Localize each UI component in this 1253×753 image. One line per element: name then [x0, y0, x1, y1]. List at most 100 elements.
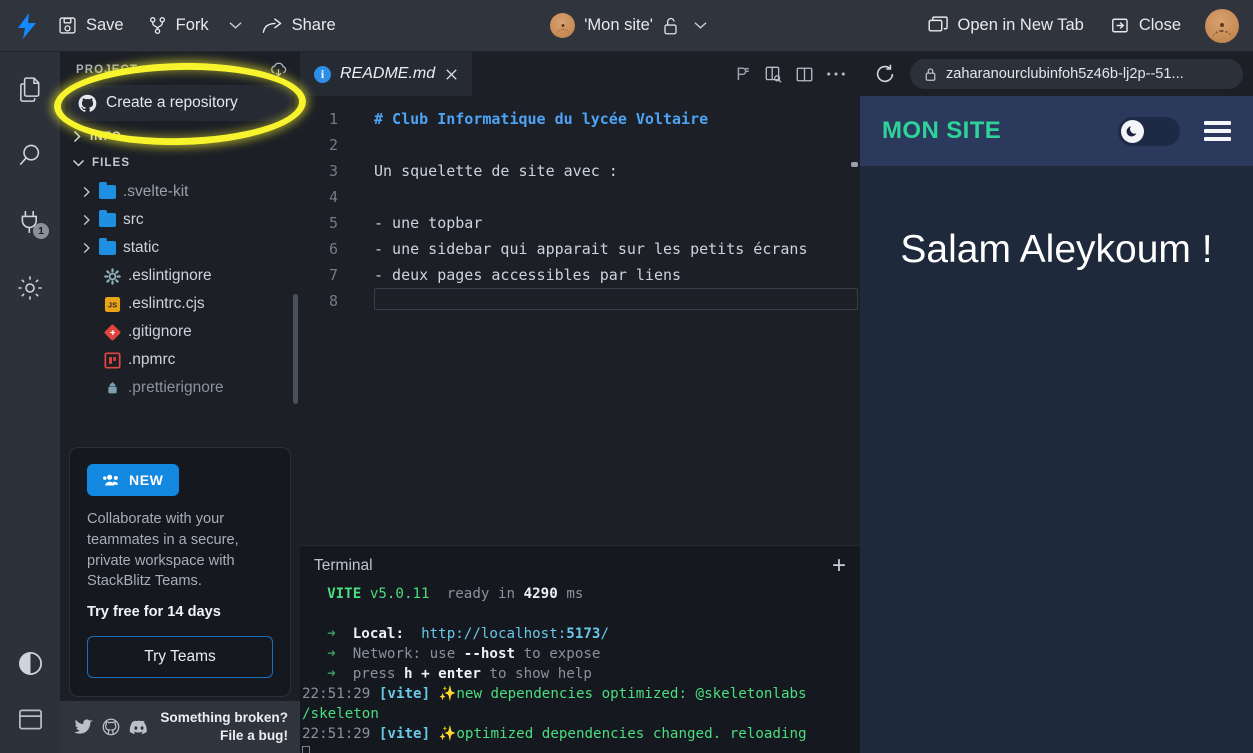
site-brand[interactable]: MON SITE [882, 117, 1001, 145]
tree-row-folder[interactable]: static [60, 234, 300, 262]
tree-row-file[interactable]: .eslintignore [60, 262, 300, 290]
tree-item-label: .gitignore [128, 323, 192, 341]
preview-site: MON SITE Salam Aleykoum ! [860, 96, 1253, 753]
discord-icon[interactable] [129, 720, 149, 735]
plug-icon[interactable]: 1 [10, 202, 50, 242]
terminal-line [300, 604, 860, 624]
save-button[interactable]: Save [48, 9, 134, 43]
file-a-bug-link[interactable]: Something broken? File a bug! [160, 709, 288, 745]
code-content[interactable]: # Club Informatique du lycée Voltaire Un… [352, 96, 860, 545]
promo-offer: Try free for 14 days [87, 604, 273, 620]
npm-file-icon [104, 352, 121, 369]
terminal-line: ➜ Local: http://localhost:5173/ [300, 624, 860, 644]
search-file-icon[interactable] [764, 65, 783, 84]
code-line: Un squelette de site avec : [352, 158, 860, 184]
folder-icon [99, 241, 116, 255]
save-label: Save [86, 16, 124, 35]
chevron-right-icon [82, 242, 92, 254]
local-url-suffix: / [600, 626, 609, 642]
line-number: 3 [300, 158, 338, 184]
help-keys: h + enter [404, 666, 481, 682]
search-icon[interactable] [10, 136, 50, 176]
open-in-new-tab-button[interactable]: Open in New Tab [918, 9, 1094, 43]
preview-url-text: zaharanourclubinfoh5z46b-lj2p--51... [946, 66, 1184, 82]
close-icon[interactable] [444, 67, 459, 82]
workspace-body: 1 PROJECT [0, 52, 1253, 753]
line-number: 5 [300, 210, 338, 236]
code-editor[interactable]: 1 2 3 4 5 6 7 8 # Club Informatique du l… [300, 96, 860, 545]
tree-row-folder[interactable]: .svelte-kit [60, 178, 300, 206]
editor-tab-bar: i README.md [300, 52, 860, 96]
unlocked-padlock-icon[interactable] [662, 16, 679, 36]
log2-tag: [vite] [379, 726, 430, 742]
editor-column: i README.md [300, 52, 860, 753]
social-links [74, 718, 149, 736]
project-dropdown-chevron-icon[interactable] [688, 21, 713, 30]
preview-url-bar[interactable]: zaharanourclubinfoh5z46b-lj2p--51... [910, 59, 1243, 89]
try-teams-button[interactable]: Try Teams [87, 636, 273, 678]
editor-active-line [374, 288, 858, 310]
plus-icon[interactable]: + [832, 554, 846, 578]
gear-file-icon [104, 268, 121, 285]
tree-item-label: .prettierignore [128, 379, 224, 397]
log2-time: 22:51:29 [302, 726, 370, 742]
sidebar-footer: Something broken? File a bug! [60, 701, 300, 753]
gear-icon[interactable] [10, 268, 50, 308]
tree-row-file[interactable]: .gitignore [60, 318, 300, 346]
tree-row-file[interactable]: .prettierignore [60, 374, 300, 402]
terminal-panel: Terminal + VITE v5.0.11 ready in 4290 ms… [300, 545, 860, 753]
reload-icon[interactable] [874, 63, 896, 85]
editor-scrollbar[interactable] [851, 162, 858, 167]
project-section-header: PROJECT [60, 52, 300, 83]
fork-button[interactable]: Fork [138, 9, 219, 43]
theme-contrast-icon[interactable] [10, 643, 50, 683]
help-text-b: to show help [489, 666, 592, 682]
create-repository-button[interactable]: Create a repository [68, 85, 292, 121]
project-title[interactable]: 'Mon site' [584, 16, 653, 35]
terminal-output[interactable]: VITE v5.0.11 ready in 4290 ms ➜ Local: h… [300, 582, 860, 753]
lightning-bolt-icon[interactable] [10, 9, 44, 43]
fork-dropdown-chevron-icon[interactable] [223, 9, 248, 43]
info-icon: i [314, 66, 331, 83]
hamburger-menu-icon[interactable] [1204, 121, 1231, 141]
arrow-icon: ➜ [327, 666, 336, 682]
share-button[interactable]: Share [252, 9, 346, 43]
preview-toolbar: zaharanourclubinfoh5z46b-lj2p--51... [860, 52, 1253, 96]
tree-item-label: .svelte-kit [123, 183, 188, 201]
sidebar-scrollbar[interactable] [293, 294, 298, 404]
site-theme-toggle[interactable] [1118, 117, 1180, 146]
github-icon[interactable] [102, 718, 120, 736]
tree-row-folder[interactable]: src [60, 206, 300, 234]
info-section-header[interactable]: INFO [60, 123, 300, 150]
project-owner-avatar [550, 13, 575, 38]
split-editor-icon[interactable] [795, 65, 814, 84]
header-right-group: Open in New Tab Close [918, 9, 1239, 43]
user-avatar[interactable] [1205, 9, 1239, 43]
more-options-icon[interactable] [826, 70, 846, 78]
site-topbar: MON SITE [860, 96, 1253, 166]
arrow-icon: ➜ [327, 626, 336, 642]
tree-item-label: .npmrc [128, 351, 175, 369]
chevron-right-icon [82, 214, 92, 226]
tree-row-file[interactable]: JS .eslintrc.cjs [60, 290, 300, 318]
plug-badge-count: 1 [33, 223, 49, 239]
panel-layout-icon[interactable] [10, 699, 50, 739]
local-url-prefix: http://localhost: [421, 626, 566, 642]
header-left-group: Save Fork Share [10, 9, 346, 43]
local-label: Local: [353, 626, 404, 642]
folder-icon [99, 213, 116, 227]
tab-readme-md[interactable]: i README.md [300, 52, 472, 96]
tree-row-file[interactable]: .npmrc [60, 346, 300, 374]
line-number: 2 [300, 132, 338, 158]
share-label: Share [292, 16, 336, 35]
files-icon[interactable] [10, 70, 50, 110]
close-button[interactable]: Close [1100, 9, 1191, 43]
prettier-icon[interactable] [734, 65, 752, 83]
files-section-header[interactable]: FILES [60, 150, 300, 176]
terminal-line: ➜ Network: use --host to expose [300, 644, 860, 664]
vite-label: VITE [327, 586, 361, 602]
cloud-download-icon[interactable] [269, 61, 288, 78]
terminal-line: VITE v5.0.11 ready in 4290 ms [300, 584, 860, 604]
folder-icon [99, 185, 116, 199]
twitter-icon[interactable] [74, 719, 93, 735]
